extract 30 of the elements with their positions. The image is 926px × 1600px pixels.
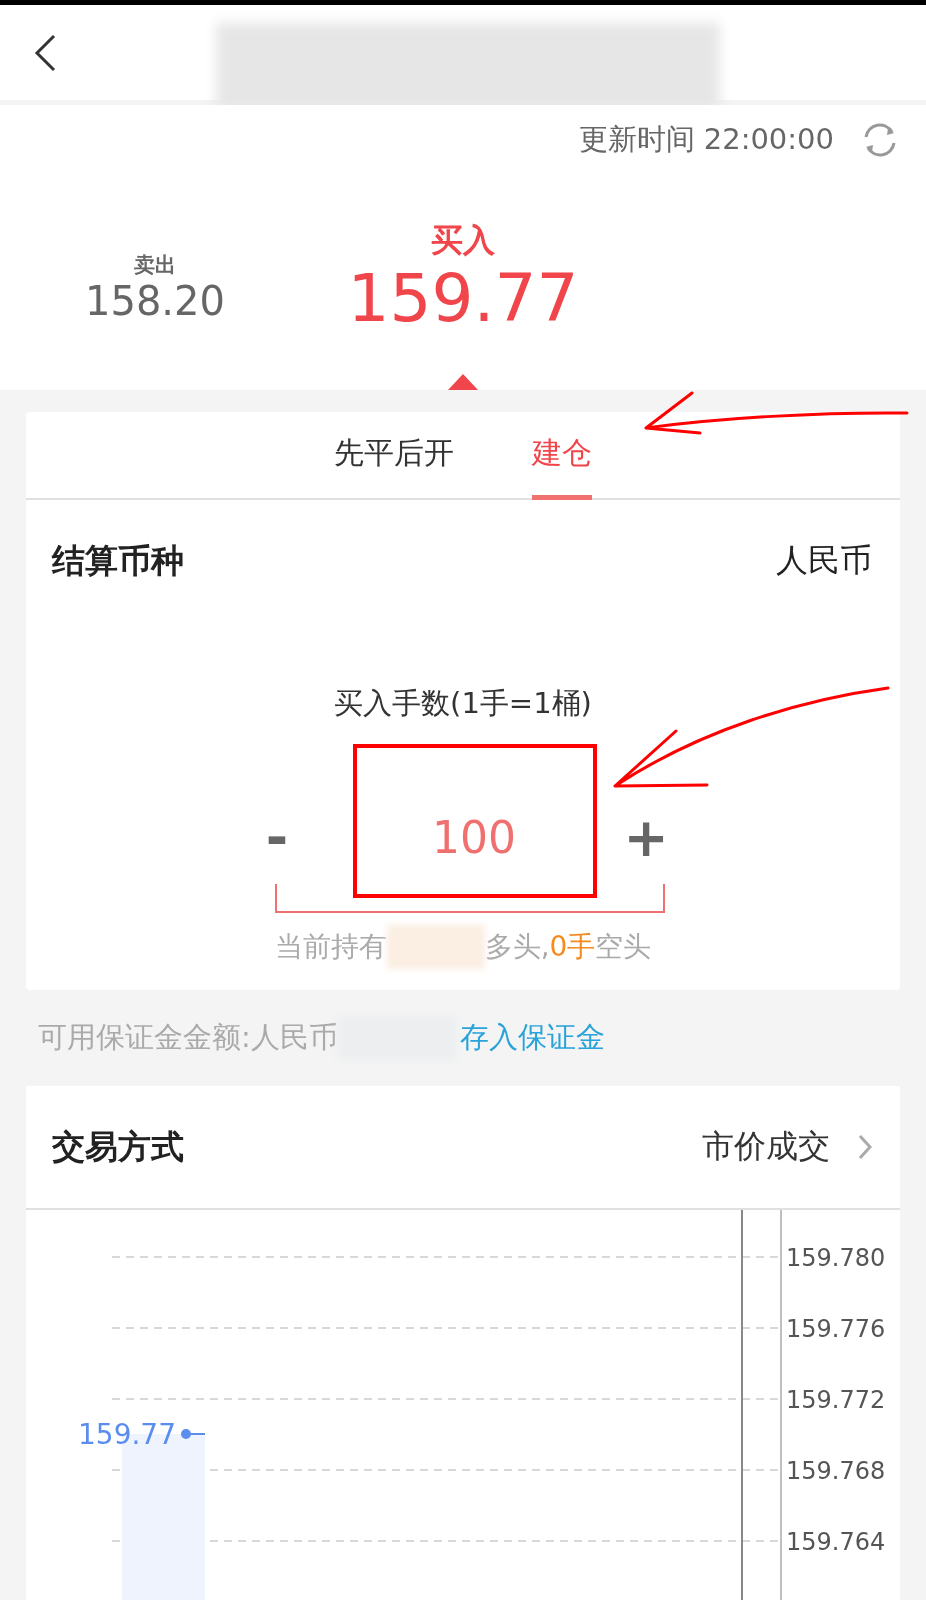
- chevron-right-icon[interactable]: [858, 1134, 872, 1160]
- tab[interactable]: 建仓: [532, 412, 592, 500]
- long-label: 多头,: [484, 929, 550, 965]
- price-marker: [181, 1429, 206, 1439]
- plus-button[interactable]: +: [616, 805, 676, 869]
- axis-label: 159.780: [786, 1244, 886, 1272]
- axis-label: 159.776: [786, 1315, 886, 1343]
- back-icon[interactable]: [34, 33, 56, 72]
- quote-label[interactable]: 买入: [431, 219, 495, 264]
- short-count: 0手: [549, 929, 596, 965]
- currency-label: 结算币种: [52, 539, 184, 582]
- trade-mode-label: 交易方式: [52, 1125, 185, 1168]
- axis-label: 159.768: [786, 1457, 886, 1485]
- short-label: 空头: [595, 929, 652, 965]
- axis-label: 159.772: [786, 1386, 886, 1414]
- minus-button[interactable]: -: [247, 805, 307, 869]
- quote-label[interactable]: 卖出: [134, 250, 176, 279]
- axis-label: 159.764: [786, 1528, 886, 1556]
- price-label: 159.77: [78, 1418, 176, 1451]
- quote-price[interactable]: 158.20: [85, 278, 225, 323]
- margin-label: 可用保证金金额:人民币: [38, 1019, 338, 1056]
- tab[interactable]: 先平后开: [334, 412, 454, 500]
- update-time: 更新时间 22:00:00: [578, 121, 834, 158]
- quantity-field[interactable]: 100: [354, 767, 594, 907]
- trade-mode-value[interactable]: 市价成交: [702, 1125, 830, 1169]
- quote-price[interactable]: 159.77: [347, 263, 579, 336]
- lots-label: 买入手数(1手=1桶): [333, 685, 593, 721]
- currency-value[interactable]: 人民币: [776, 539, 872, 583]
- pointer-triangle-icon: [448, 374, 478, 390]
- holding-label: 当前持有: [274, 929, 387, 965]
